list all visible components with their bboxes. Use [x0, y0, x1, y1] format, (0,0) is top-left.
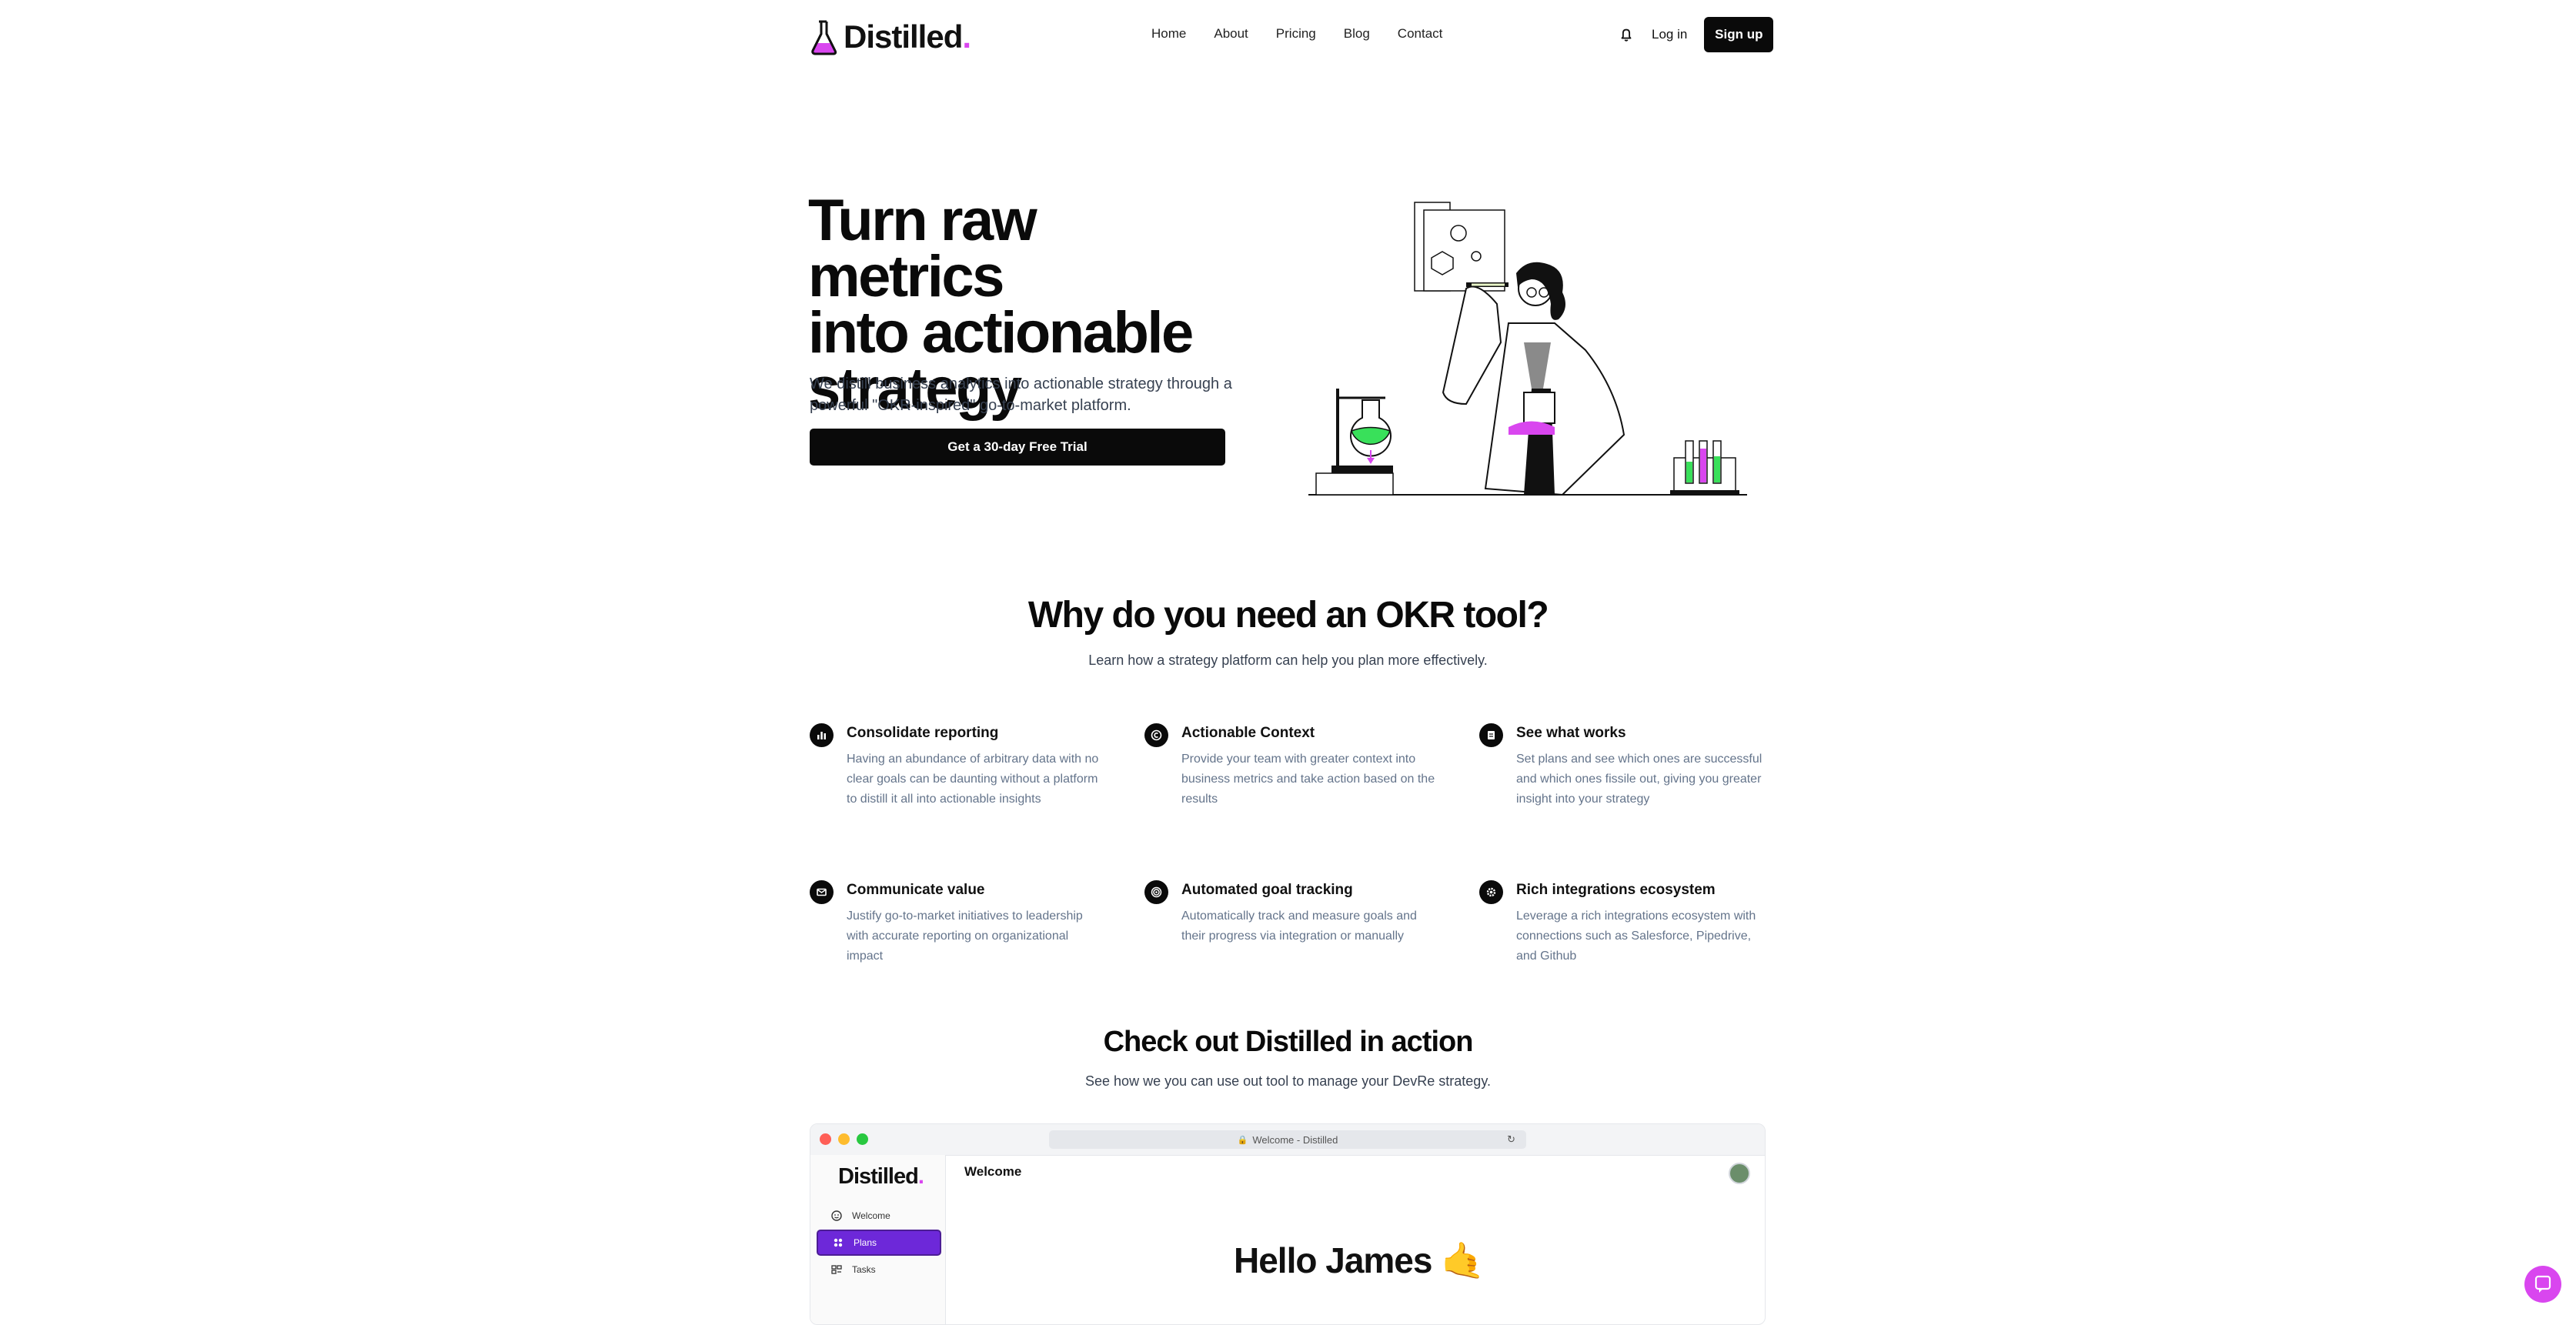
app-logo: Distilled. — [838, 1164, 924, 1189]
document-icon — [1479, 723, 1503, 747]
feature-description: Set plans and see which ones are success… — [1516, 753, 1762, 806]
close-dot — [820, 1133, 831, 1145]
feature-description: Automatically track and measure goals an… — [1181, 909, 1417, 943]
nav-contact[interactable]: Contact — [1398, 26, 1443, 42]
plans-icon — [832, 1237, 844, 1249]
feature-title: Rich integrations ecosystem — [1516, 882, 1716, 898]
why-section-title: Why do you need an OKR tool? — [1027, 595, 1549, 636]
hero-subtitle: We distill business analytics into actio… — [810, 375, 1232, 414]
flask-logo-icon — [811, 20, 837, 55]
sidebar-item-label: Tasks — [852, 1264, 876, 1275]
sidebar-item-plans[interactable]: Plans — [817, 1230, 941, 1256]
main-nav: Home About Pricing Blog Contact — [1151, 26, 1470, 42]
feature-title: Consolidate reporting — [847, 725, 999, 741]
mail-icon — [810, 880, 834, 904]
signup-button[interactable]: Sign up — [1704, 17, 1774, 52]
action-section-subtitle: See how we you can use out tool to manag… — [1085, 1073, 1491, 1089]
why-section-subtitle: Learn how a strategy platform can help y… — [1088, 652, 1488, 668]
gear-icon — [1479, 880, 1503, 904]
sidebar-item-label: Welcome — [852, 1210, 890, 1221]
app-sidebar: Distilled. Welcome Plans Tasks — [810, 1155, 946, 1324]
nav-about[interactable]: About — [1214, 26, 1248, 42]
bell-icon[interactable] — [1618, 26, 1635, 43]
browser-titlebar: 🔒 Welcome - Distilled ↻ — [810, 1124, 1765, 1156]
logo-text: Distilled. — [844, 18, 971, 55]
app-preview-window: 🔒 Welcome - Distilled ↻ Distilled. Welco… — [810, 1123, 1766, 1325]
feature-description: Having an abundance of arbitrary data wi… — [847, 753, 1099, 806]
url-bar: 🔒 Welcome - Distilled ↻ — [1049, 1130, 1526, 1149]
smile-icon — [830, 1210, 843, 1222]
feature-title: Actionable Context — [1181, 725, 1315, 741]
feature-title: Automated goal tracking — [1181, 882, 1353, 898]
url-text: Welcome - Distilled — [1252, 1133, 1338, 1146]
brand-logo[interactable]: Distilled. — [810, 15, 971, 58]
nav-home[interactable]: Home — [1151, 26, 1186, 42]
bar-chart-icon — [810, 723, 834, 747]
copyright-icon — [1144, 723, 1168, 747]
free-trial-button[interactable]: Get a 30-day Free Trial — [810, 429, 1225, 466]
lock-icon: 🔒 — [1237, 1135, 1248, 1145]
feature-description: Justify go-to-market initiatives to lead… — [847, 909, 1083, 963]
greeting-heading: Hello James 🤙 — [1234, 1240, 1485, 1280]
maximize-dot — [857, 1133, 868, 1145]
app-page-title: Welcome — [964, 1164, 1022, 1179]
scientist-illustration — [1308, 202, 1747, 496]
nav-pricing[interactable]: Pricing — [1276, 26, 1316, 42]
reload-icon: ↻ — [1507, 1133, 1515, 1145]
sidebar-item-welcome[interactable]: Welcome — [817, 1203, 941, 1229]
target-icon — [1144, 880, 1168, 904]
feature-description: Leverage a rich integrations ecosystem w… — [1516, 909, 1756, 963]
action-section-title: Check out Distilled in action — [1103, 1026, 1474, 1058]
feature-title: Communicate value — [847, 882, 985, 898]
avatar[interactable] — [1729, 1163, 1750, 1184]
feature-title: See what works — [1516, 725, 1626, 741]
minimize-dot — [838, 1133, 850, 1145]
feature-description: Provide your team with greater context i… — [1181, 753, 1435, 806]
tasks-icon — [830, 1263, 843, 1276]
login-link[interactable]: Log in — [1652, 27, 1687, 42]
nav-blog[interactable]: Blog — [1344, 26, 1370, 42]
nav-actions: Log in Sign up — [1618, 17, 1774, 52]
chat-launcher-button[interactable] — [2524, 1266, 2561, 1303]
sidebar-item-tasks[interactable]: Tasks — [817, 1257, 941, 1283]
sidebar-item-label: Plans — [854, 1237, 877, 1248]
chat-icon — [2534, 1275, 2551, 1293]
